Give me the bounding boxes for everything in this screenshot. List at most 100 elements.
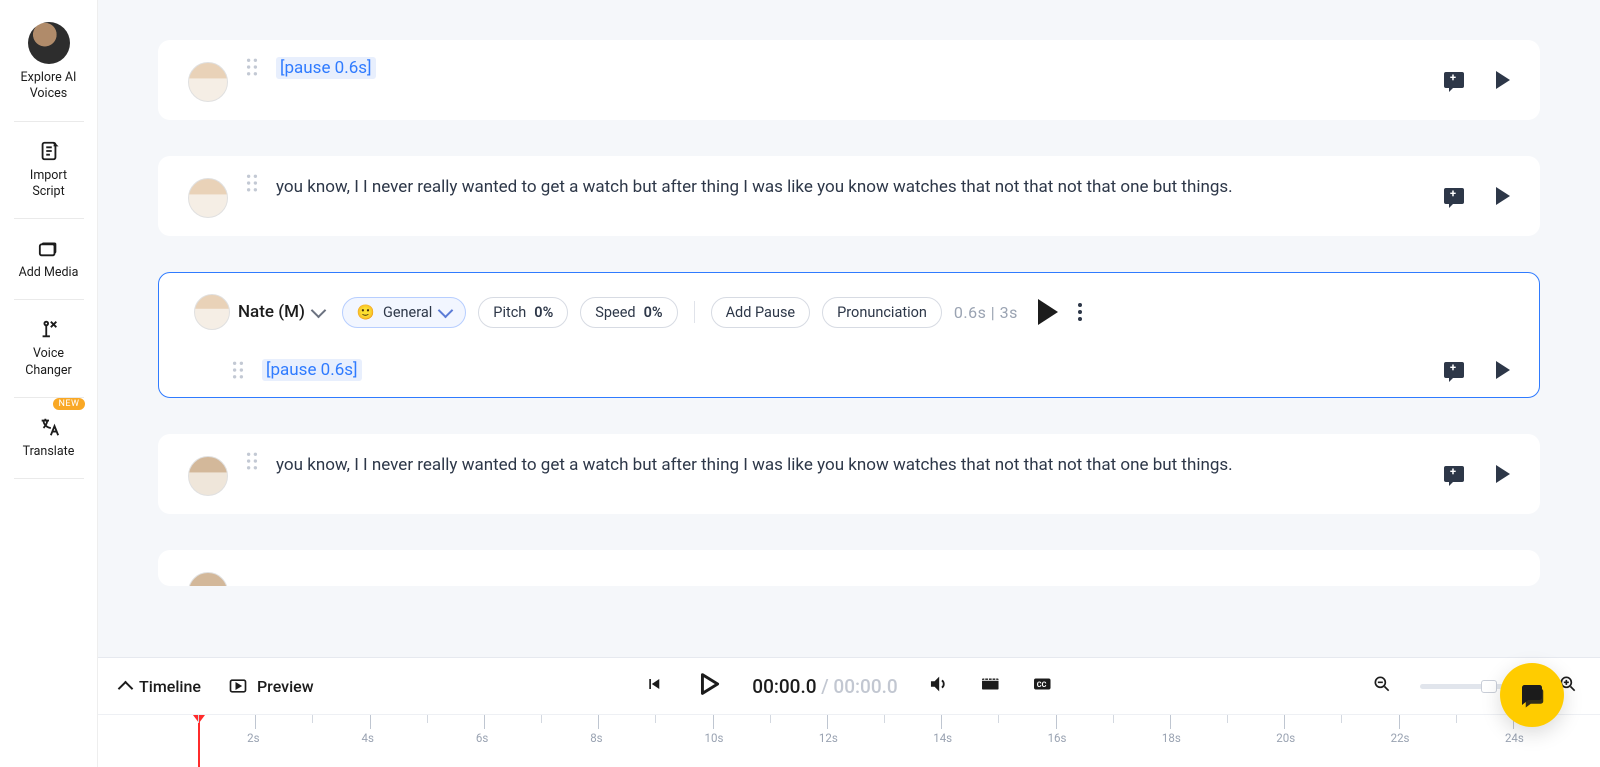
- pause-tag[interactable]: [pause 0.6s]: [262, 359, 362, 381]
- add-note-button[interactable]: [1444, 188, 1464, 204]
- speaker-avatar[interactable]: [188, 456, 228, 496]
- drag-handle-icon[interactable]: [242, 58, 262, 76]
- sidebar-translate[interactable]: NEW Translate: [7, 404, 91, 472]
- pronunciation-button[interactable]: Pronunciation: [822, 297, 942, 328]
- speaker-avatar[interactable]: [188, 62, 228, 102]
- pause-tag[interactable]: [pause 0.6s]: [276, 57, 376, 79]
- preview-label: Preview: [257, 677, 314, 696]
- zoom-out-button[interactable]: [1372, 674, 1392, 698]
- main-area: [pause 0.6s] you know, I I never really …: [98, 0, 1600, 767]
- sidebar-voice-changer[interactable]: Voice Changer: [7, 306, 91, 391]
- chevron-down-icon: [438, 302, 454, 318]
- play-button[interactable]: [694, 670, 722, 702]
- drag-handle-icon[interactable]: [228, 361, 248, 379]
- play-icon: [1496, 465, 1510, 483]
- sidebar-item-label: Explore AI Voices: [21, 70, 77, 103]
- script-scroll[interactable]: [pause 0.6s] you know, I I never really …: [98, 0, 1600, 657]
- avatar: [28, 22, 70, 64]
- speaker-avatar: [194, 294, 230, 330]
- tick-label: 14s: [933, 731, 952, 745]
- editor-toolbar: Nate (M) 🙂 General Pitch 0% Speed 0: [188, 290, 1082, 334]
- divider: [694, 301, 695, 323]
- pronunciation-label: Pronunciation: [837, 304, 927, 321]
- captions-button[interactable]: CC: [1032, 673, 1054, 699]
- play-icon: [1496, 361, 1510, 379]
- time-display: 00:00.0 / 00:00.0: [752, 675, 897, 698]
- player-controls: Timeline Preview: [98, 658, 1600, 714]
- chat-fab[interactable]: [1500, 663, 1564, 727]
- speed-value: 0%: [644, 304, 663, 321]
- timeline-label: Timeline: [139, 677, 201, 696]
- add-note-button[interactable]: [1444, 72, 1464, 88]
- play-icon: [1496, 187, 1510, 205]
- sidebar-item-label: Add Media: [19, 265, 79, 281]
- pitch-value: 0%: [534, 304, 553, 321]
- player-bar: Timeline Preview: [98, 657, 1600, 767]
- tick-label: 6s: [476, 731, 488, 745]
- sidebar-explore-voices[interactable]: Explore AI Voices: [7, 10, 91, 115]
- script-block-selected[interactable]: Nate (M) 🙂 General Pitch 0% Speed 0: [158, 272, 1540, 398]
- play-block-button[interactable]: [1038, 299, 1058, 325]
- note-add-icon: [1444, 72, 1464, 88]
- translate-icon: [38, 416, 60, 438]
- speed-control[interactable]: Speed 0%: [580, 297, 677, 328]
- play-line-button[interactable]: [1496, 187, 1510, 205]
- script-block[interactable]: [158, 550, 1540, 586]
- play-line-button[interactable]: [1496, 361, 1510, 379]
- play-icon: [1496, 71, 1510, 89]
- slider-knob[interactable]: [1481, 680, 1497, 693]
- video-button[interactable]: [980, 673, 1002, 699]
- time-total: 00:00.0: [833, 675, 897, 698]
- note-add-icon: [1444, 362, 1464, 378]
- script-block[interactable]: you know, I I never really wanted to get…: [158, 156, 1540, 236]
- divider: [14, 218, 84, 219]
- volume-button[interactable]: [928, 673, 950, 699]
- script-block[interactable]: you know, I I never really wanted to get…: [158, 434, 1540, 514]
- timeline-toggle[interactable]: Timeline: [120, 677, 201, 696]
- tick-label: 22s: [1391, 731, 1410, 745]
- timeline-ruler[interactable]: 2s4s6s8s10s12s14s16s18s20s22s24s: [98, 714, 1600, 767]
- voice-changer-icon: [38, 318, 60, 340]
- note-add-icon: [1444, 188, 1464, 204]
- more-menu-button[interactable]: [1078, 303, 1082, 321]
- play-line-button[interactable]: [1496, 71, 1510, 89]
- skip-previous-button[interactable]: [644, 674, 664, 698]
- add-note-button[interactable]: [1444, 362, 1464, 378]
- tick-label: 10s: [705, 731, 724, 745]
- speaker-avatar[interactable]: [188, 572, 228, 586]
- sidebar-add-media[interactable]: Add Media: [7, 225, 91, 293]
- media-icon: [38, 237, 60, 259]
- add-note-button[interactable]: [1444, 466, 1464, 482]
- divider: [14, 121, 84, 122]
- divider: [14, 299, 84, 300]
- chat-icon: [1517, 680, 1547, 710]
- speed-label: Speed: [595, 304, 635, 321]
- style-label: General: [383, 304, 432, 321]
- style-selector[interactable]: 🙂 General: [342, 297, 466, 328]
- script-block[interactable]: [pause 0.6s]: [158, 40, 1540, 120]
- preview-toggle[interactable]: Preview: [227, 675, 314, 697]
- tick-label: 2s: [247, 731, 259, 745]
- preview-icon: [227, 675, 249, 697]
- tick-label: 16s: [1048, 731, 1067, 745]
- add-pause-button[interactable]: Add Pause: [711, 297, 811, 328]
- voice-selector[interactable]: Nate (M): [188, 290, 330, 334]
- chevron-up-icon: [118, 680, 134, 696]
- script-text[interactable]: you know, I I never really wanted to get…: [276, 452, 1390, 478]
- sidebar-item-label: Voice Changer: [25, 346, 72, 379]
- note-add-icon: [1444, 466, 1464, 482]
- speaker-avatar[interactable]: [188, 178, 228, 218]
- script-text[interactable]: you know, I I never really wanted to get…: [276, 174, 1390, 200]
- drag-handle-icon[interactable]: [242, 174, 262, 192]
- pitch-control[interactable]: Pitch 0%: [478, 297, 568, 328]
- emoji-icon: 🙂: [357, 304, 375, 321]
- sidebar: Explore AI Voices Import Script Add Medi…: [0, 0, 98, 767]
- tick-label: 12s: [819, 731, 838, 745]
- sidebar-item-label: Translate: [23, 444, 75, 460]
- drag-handle-icon[interactable]: [242, 452, 262, 470]
- new-badge: NEW: [53, 398, 84, 410]
- import-script-icon: [38, 140, 60, 162]
- play-line-button[interactable]: [1496, 465, 1510, 483]
- sidebar-import-script[interactable]: Import Script: [7, 128, 91, 213]
- tick-label: 4s: [362, 731, 374, 745]
